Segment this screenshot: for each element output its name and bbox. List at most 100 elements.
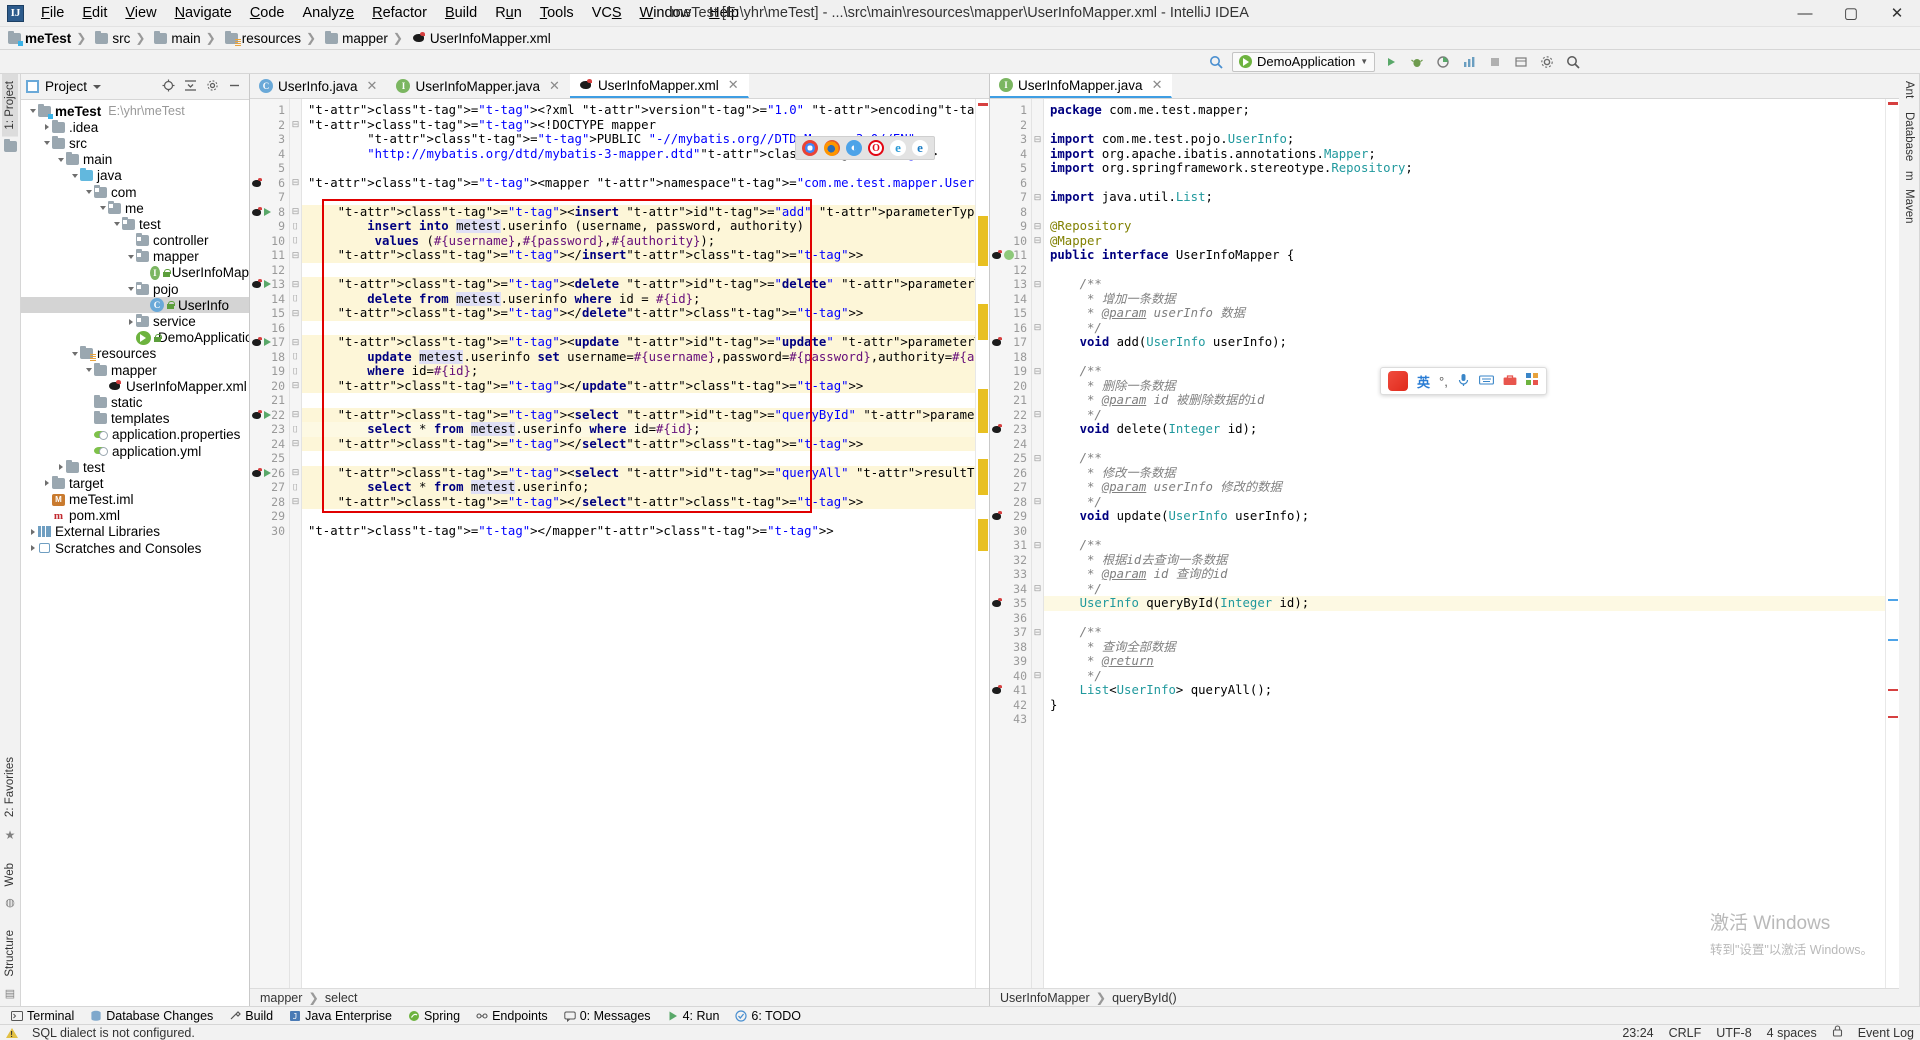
menu-bar[interactable]: File Edit View Navigate Code Analyze Ref… [32, 1, 748, 25]
menu-analyze[interactable]: Analyze [294, 1, 364, 25]
code-line[interactable]: "t-attr">class"t-tag">="t-tag"><mapper "… [302, 176, 975, 191]
code-line[interactable]: * @param userInfo 数据 [1044, 306, 1885, 321]
stop-button[interactable] [1485, 52, 1505, 72]
run-gutter-icon[interactable] [264, 410, 271, 419]
code-line[interactable]: where id=#{id}; [302, 364, 975, 379]
tree-item-external-libraries[interactable]: External Libraries [21, 524, 249, 540]
ime-punctuation-toggle[interactable]: °, [1439, 374, 1448, 389]
code-line[interactable]: * @return [1044, 654, 1885, 669]
sidebar-item-database[interactable]: Database [1901, 105, 1917, 168]
tree-item-templates[interactable]: templates [21, 411, 249, 427]
sidebar-item-web[interactable]: Web [2, 856, 18, 893]
change-marker[interactable] [1888, 599, 1898, 601]
tree-item-demoapplication[interactable]: DemoApplication [21, 330, 249, 346]
fold-marker[interactable]: ⊟ [290, 408, 301, 423]
fold-marker[interactable]: ⊟ [1032, 321, 1043, 336]
tool-terminal[interactable]: Terminal [4, 1008, 81, 1024]
tree-item-pojo[interactable]: pojo [21, 281, 249, 297]
code-line[interactable]: * @param id 查询的id [1044, 567, 1885, 582]
fold-marker[interactable]: ⊟ [290, 335, 301, 350]
menu-window[interactable]: Window [631, 1, 701, 25]
code-line[interactable]: import com.me.test.pojo.UserInfo; [1044, 132, 1885, 147]
tree-item-metest[interactable]: meTest E:\yhr\meTest [21, 103, 249, 119]
mic-icon[interactable] [1457, 373, 1470, 390]
minimize-icon[interactable]: — [1782, 0, 1828, 27]
error-stripe-right[interactable] [1885, 99, 1899, 988]
tool-endpoints[interactable]: Endpoints [469, 1008, 555, 1024]
code-line[interactable] [302, 509, 975, 524]
code-text-java[interactable]: package com.me.test.mapper; import com.m… [1044, 99, 1885, 988]
code-line[interactable]: * @param userInfo 修改的数据 [1044, 480, 1885, 495]
tree-item-src[interactable]: src [21, 135, 249, 151]
error-marker[interactable] [1888, 716, 1898, 718]
code-line[interactable]: "t-attr">class"t-tag">="t-tag"><select "… [302, 407, 975, 422]
line-number-gutter[interactable]: 1 2 3 4 5 6 7 8 9 10 11 12 13 14 15 16 17 18 19 20 21 22 23 24 2… [990, 99, 1032, 988]
fold-marker[interactable]: ⊟ [1032, 190, 1043, 205]
build-button[interactable] [1511, 52, 1531, 72]
settings-button[interactable] [1537, 52, 1557, 72]
code-line[interactable]: "t-attr">class"t-tag">="t-tag"><select "… [302, 465, 975, 480]
sidebar-item-structure[interactable]: Structure [2, 923, 18, 984]
edge-legacy-icon[interactable]: e [890, 140, 906, 156]
menu-run[interactable]: Run [486, 1, 531, 25]
mybatis-gutter-icon[interactable] [992, 337, 1003, 347]
fold-marker[interactable]: ⊟ [1032, 495, 1043, 510]
menu-vcs[interactable]: VCS [583, 1, 631, 25]
code-line[interactable] [302, 451, 975, 466]
code-line[interactable]: "t-attr">class"t-tag">="t-tag"></insert"… [302, 248, 975, 263]
tree-item-userinfomapper-xml[interactable]: UserInfoMapper.xml [21, 378, 249, 394]
code-line[interactable]: */ [1044, 582, 1885, 597]
run-button[interactable] [1381, 52, 1401, 72]
tool-spring[interactable]: Spring [401, 1008, 467, 1024]
menu-help[interactable]: Help [700, 1, 748, 25]
tool-build[interactable]: Build [222, 1008, 280, 1024]
chevron-down-icon[interactable] [83, 368, 94, 372]
code-line[interactable]: @Repository [1044, 219, 1885, 234]
mybatis-gutter-icon[interactable] [992, 424, 1003, 434]
error-marker[interactable] [978, 103, 988, 106]
mybatis-gutter-icon[interactable] [252, 337, 263, 347]
code-folding-gutter[interactable]: ⊟ ⊟ ⊟ ⌷ ⌷ ⊟ ⊟ ⌷ ⊟ ⊟ ⌷ ⌷ ⊟ ⊟ ⌷ ⊟ ⊟ ⌷ ⊟ [290, 99, 302, 988]
code-line[interactable]: public interface UserInfoMapper { [1044, 248, 1885, 263]
fold-marker[interactable]: ⊟ [290, 379, 301, 394]
tab-userinfo-java[interactable]: C UserInfo.java ✕ [250, 74, 387, 98]
fold-marker[interactable]: ⊟ [290, 306, 301, 321]
code-line[interactable]: "t-attr">class"t-tag">="t-tag"></delete"… [302, 306, 975, 321]
code-line[interactable]: void update(UserInfo userInfo); [1044, 509, 1885, 524]
menu-edit[interactable]: Edit [73, 1, 116, 25]
debug-button[interactable] [1407, 52, 1427, 72]
run-gutter-icon[interactable] [264, 280, 271, 289]
project-tool-window[interactable]: Project meTest E:\yhr\meTest .idea src main j… [21, 74, 250, 1006]
fold-marker[interactable]: ⊟ [1032, 451, 1043, 466]
tree-item-idea[interactable]: .idea [21, 119, 249, 135]
warning-marker[interactable] [978, 519, 988, 551]
code-line[interactable]: List<UserInfo> queryAll(); [1044, 683, 1885, 698]
tree-item-userinfomap[interactable]: I UserInfoMap [21, 265, 249, 281]
code-line[interactable]: */ [1044, 408, 1885, 423]
close-icon[interactable]: ✕ [367, 78, 378, 94]
breadcrumb-mapper[interactable]: mapper [260, 991, 302, 1005]
code-line[interactable] [1044, 263, 1885, 278]
code-line[interactable]: @Mapper [1044, 234, 1885, 249]
code-line[interactable]: "t-attr">class"t-tag">="t-tag"></select"… [302, 494, 975, 509]
sidebar-item-ant[interactable]: Ant [1901, 74, 1917, 105]
warning-marker[interactable] [978, 216, 988, 266]
scroll-from-source-icon[interactable] [162, 79, 175, 95]
event-log-button[interactable]: Event Log [1858, 1026, 1914, 1040]
tree-item-controller[interactable]: controller [21, 233, 249, 249]
code-editor-xml[interactable]: 1 2 3 4 5 6 7 8 9 10 11 12 13 14 15 16 17 18 19 20 21 22 23 24 2… [250, 99, 989, 988]
breadcrumb-main[interactable]: main ❯ [152, 30, 222, 46]
code-line[interactable] [1044, 350, 1885, 365]
tree-item-resources[interactable]: resources [21, 346, 249, 362]
sogou-ime-icon[interactable] [1388, 371, 1408, 391]
change-marker[interactable] [1888, 639, 1898, 641]
code-line[interactable]: /** [1044, 625, 1885, 640]
magnifier-icon[interactable] [1206, 52, 1226, 72]
fold-marker[interactable]: ⊟ [1032, 234, 1043, 249]
tree-item-target[interactable]: target [21, 475, 249, 491]
sidebar-item-project[interactable]: 1: Project [2, 74, 18, 137]
tool-java-enterprise[interactable]: J Java Enterprise [282, 1008, 399, 1024]
mybatis-gutter-icon[interactable] [252, 177, 263, 188]
editor-breadcrumb-right[interactable]: UserInfoMapper ❯ queryById() [990, 988, 1899, 1006]
fold-marker[interactable]: ⊟ [1032, 277, 1043, 292]
